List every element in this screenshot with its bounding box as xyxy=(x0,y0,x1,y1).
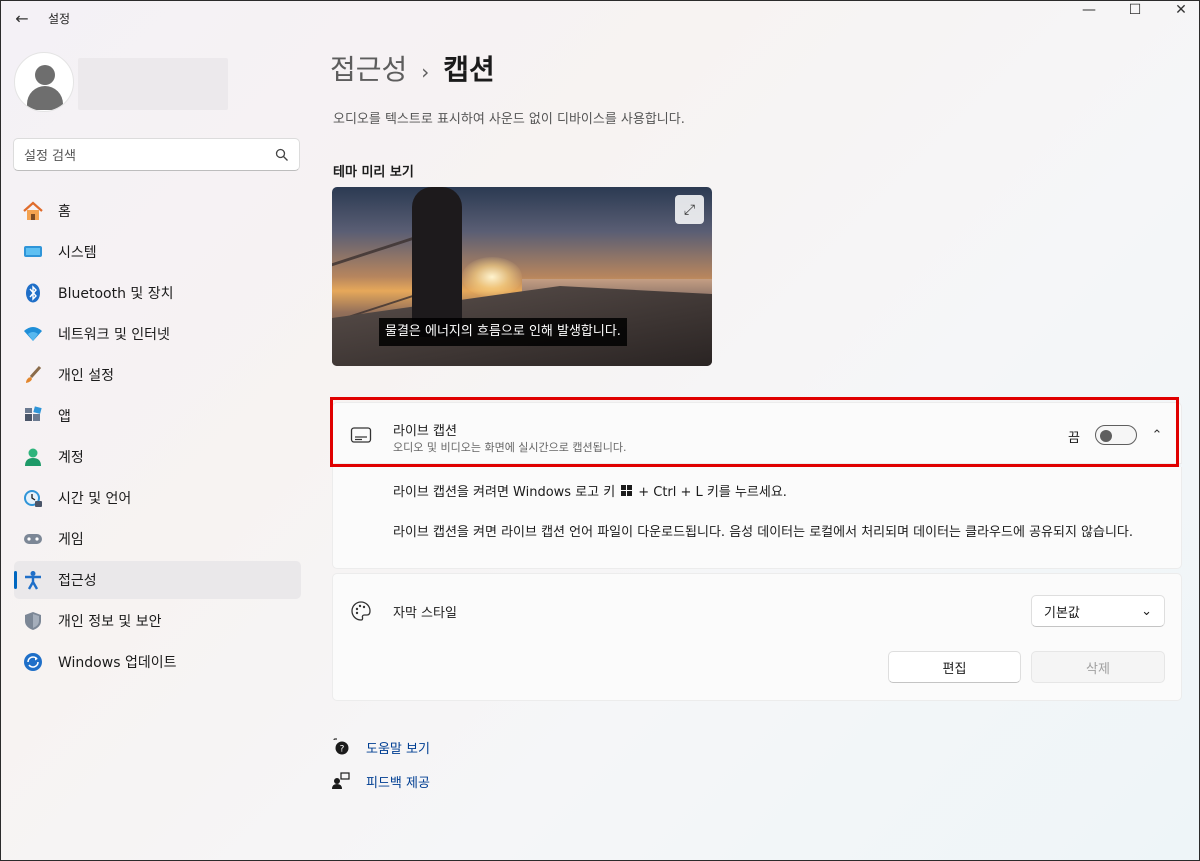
edit-button[interactable]: 편집 xyxy=(888,651,1021,683)
sidebar-item-label: 시스템 xyxy=(58,245,97,261)
maximize-button[interactable]: ☐ xyxy=(1112,0,1158,20)
feedback-link[interactable]: 피드백 제공 xyxy=(366,772,430,791)
chevron-up-icon[interactable]: ⌃ xyxy=(1147,425,1167,445)
live-captions-toggle[interactable] xyxy=(1095,425,1137,445)
toggle-knob xyxy=(1100,430,1112,442)
avatar-body-shape xyxy=(27,86,63,110)
bluetooth-icon xyxy=(22,282,44,304)
wifi-icon xyxy=(22,323,44,345)
page-description: 오디오를 텍스트로 표시하여 사운드 없이 디바이스를 사용합니다. xyxy=(333,112,685,127)
sidebar-item-label: 앱 xyxy=(58,409,71,425)
sidebar-item-accounts[interactable]: 계정 xyxy=(14,438,301,476)
feedback-icon xyxy=(332,772,350,790)
sidebar-item-label: 접근성 xyxy=(58,573,97,589)
sidebar-item-label: 홈 xyxy=(58,204,71,220)
download-info: 라이브 캡션을 켜면 라이브 캡션 언어 파일이 다운로드됩니다. 음성 데이터… xyxy=(393,525,1134,540)
live-captions-subtitle: 오디오 및 비디오는 화면에 실시간으로 캡션됩니다. xyxy=(393,441,627,454)
live-captions-title: 라이브 캡션 xyxy=(393,424,457,439)
home-icon xyxy=(22,200,44,222)
avatar-head-shape xyxy=(35,65,55,85)
sidebar-item-time-language[interactable]: 시간 및 언어 xyxy=(14,479,301,517)
caption-style-label: 자막 스타일 xyxy=(393,606,457,621)
sidebar-item-network[interactable]: 네트워크 및 인터넷 xyxy=(14,315,301,353)
shortcut-info-suffix: + Ctrl + L 키를 누르세요. xyxy=(638,485,787,500)
sidebar-item-bluetooth[interactable]: Bluetooth 및 장치 xyxy=(14,274,301,312)
sidebar-item-label: 개인 정보 및 보안 xyxy=(58,614,162,630)
account-icon xyxy=(22,446,44,468)
sidebar-item-home[interactable]: 홈 xyxy=(14,192,301,230)
sidebar-item-system[interactable]: 시스템 xyxy=(14,233,301,271)
windows-logo-icon xyxy=(621,485,633,496)
sidebar-item-label: 계정 xyxy=(58,450,84,466)
caption-style-selected-value: 기본값 xyxy=(1044,605,1080,621)
svg-text:?: ? xyxy=(340,745,345,755)
caption-style-select[interactable]: 기본값 ⌄ xyxy=(1031,595,1165,627)
sidebar-item-gaming[interactable]: 게임 xyxy=(14,520,301,558)
sidebar-item-privacy[interactable]: 개인 정보 및 보안 xyxy=(14,602,301,640)
shortcut-info-prefix: 라이브 캡션을 켜려면 Windows 로고 키 xyxy=(393,485,616,500)
time-language-icon xyxy=(22,487,44,509)
expand-icon: ⤢ xyxy=(683,201,696,218)
breadcrumb: 접근성 › 캡션 xyxy=(330,48,495,88)
toggle-state-label: 끔 xyxy=(1068,431,1080,446)
search-input[interactable]: 설정 검색 xyxy=(13,138,300,171)
system-icon xyxy=(22,241,44,263)
update-icon xyxy=(22,651,44,673)
preview-person xyxy=(412,187,462,337)
expand-preview-button[interactable]: ⤢ xyxy=(675,195,704,224)
captions-icon xyxy=(350,426,372,444)
delete-button[interactable]: 삭제 xyxy=(1031,651,1165,683)
minimize-button[interactable]: — xyxy=(1066,0,1112,20)
preview-caption-text: 물결은 에너지의 흐름으로 인해 발생합니다. xyxy=(379,318,627,346)
sidebar-item-label: 시간 및 언어 xyxy=(58,491,132,507)
brush-icon xyxy=(22,364,44,386)
chevron-down-icon: ⌄ xyxy=(1141,603,1152,619)
sidebar-item-accessibility[interactable]: 접근성 xyxy=(14,561,301,599)
sidebar-item-apps[interactable]: 앱 xyxy=(14,397,301,435)
breadcrumb-separator-icon: › xyxy=(421,60,430,84)
app-title: 설정 xyxy=(48,12,71,26)
close-button[interactable]: ✕ xyxy=(1158,0,1200,20)
gamepad-icon xyxy=(22,528,44,550)
preview-label: 테마 미리 보기 xyxy=(333,165,414,180)
preview-sun xyxy=(462,257,522,297)
sidebar-nav: 홈 시스템 Bluetooth 및 장치 네트워크 및 인터넷 개인 설정 앱 xyxy=(14,192,301,684)
palette-icon xyxy=(350,600,372,622)
sidebar-item-label: Bluetooth 및 장치 xyxy=(58,286,174,302)
apps-icon xyxy=(22,405,44,427)
shortcut-info: 라이브 캡션을 켜려면 Windows 로고 키 + Ctrl + L 키를 누… xyxy=(393,481,787,500)
search-placeholder: 설정 검색 xyxy=(24,149,76,164)
accessibility-icon xyxy=(22,569,44,591)
profile-name-redacted xyxy=(78,58,228,110)
avatar[interactable] xyxy=(14,52,74,112)
breadcrumb-parent[interactable]: 접근성 xyxy=(330,48,407,88)
shield-icon xyxy=(22,610,44,632)
sidebar-item-label: 개인 설정 xyxy=(58,368,114,384)
title-bar: ← 설정 — ☐ ✕ xyxy=(0,0,1200,36)
sidebar-item-label: 네트워크 및 인터넷 xyxy=(58,327,170,343)
page-title: 캡션 xyxy=(443,53,495,86)
help-link[interactable]: 도움말 보기 xyxy=(366,738,430,757)
back-button[interactable]: ← xyxy=(10,6,34,30)
sidebar-item-windows-update[interactable]: Windows 업데이트 xyxy=(14,643,301,681)
help-icon: ? xyxy=(332,738,350,756)
sidebar-item-personalization[interactable]: 개인 설정 xyxy=(14,356,301,394)
sidebar-item-label: Windows 업데이트 xyxy=(58,655,177,671)
sidebar-item-label: 게임 xyxy=(58,532,84,548)
search-icon[interactable] xyxy=(275,148,289,162)
highlight-annotation xyxy=(330,397,1179,467)
